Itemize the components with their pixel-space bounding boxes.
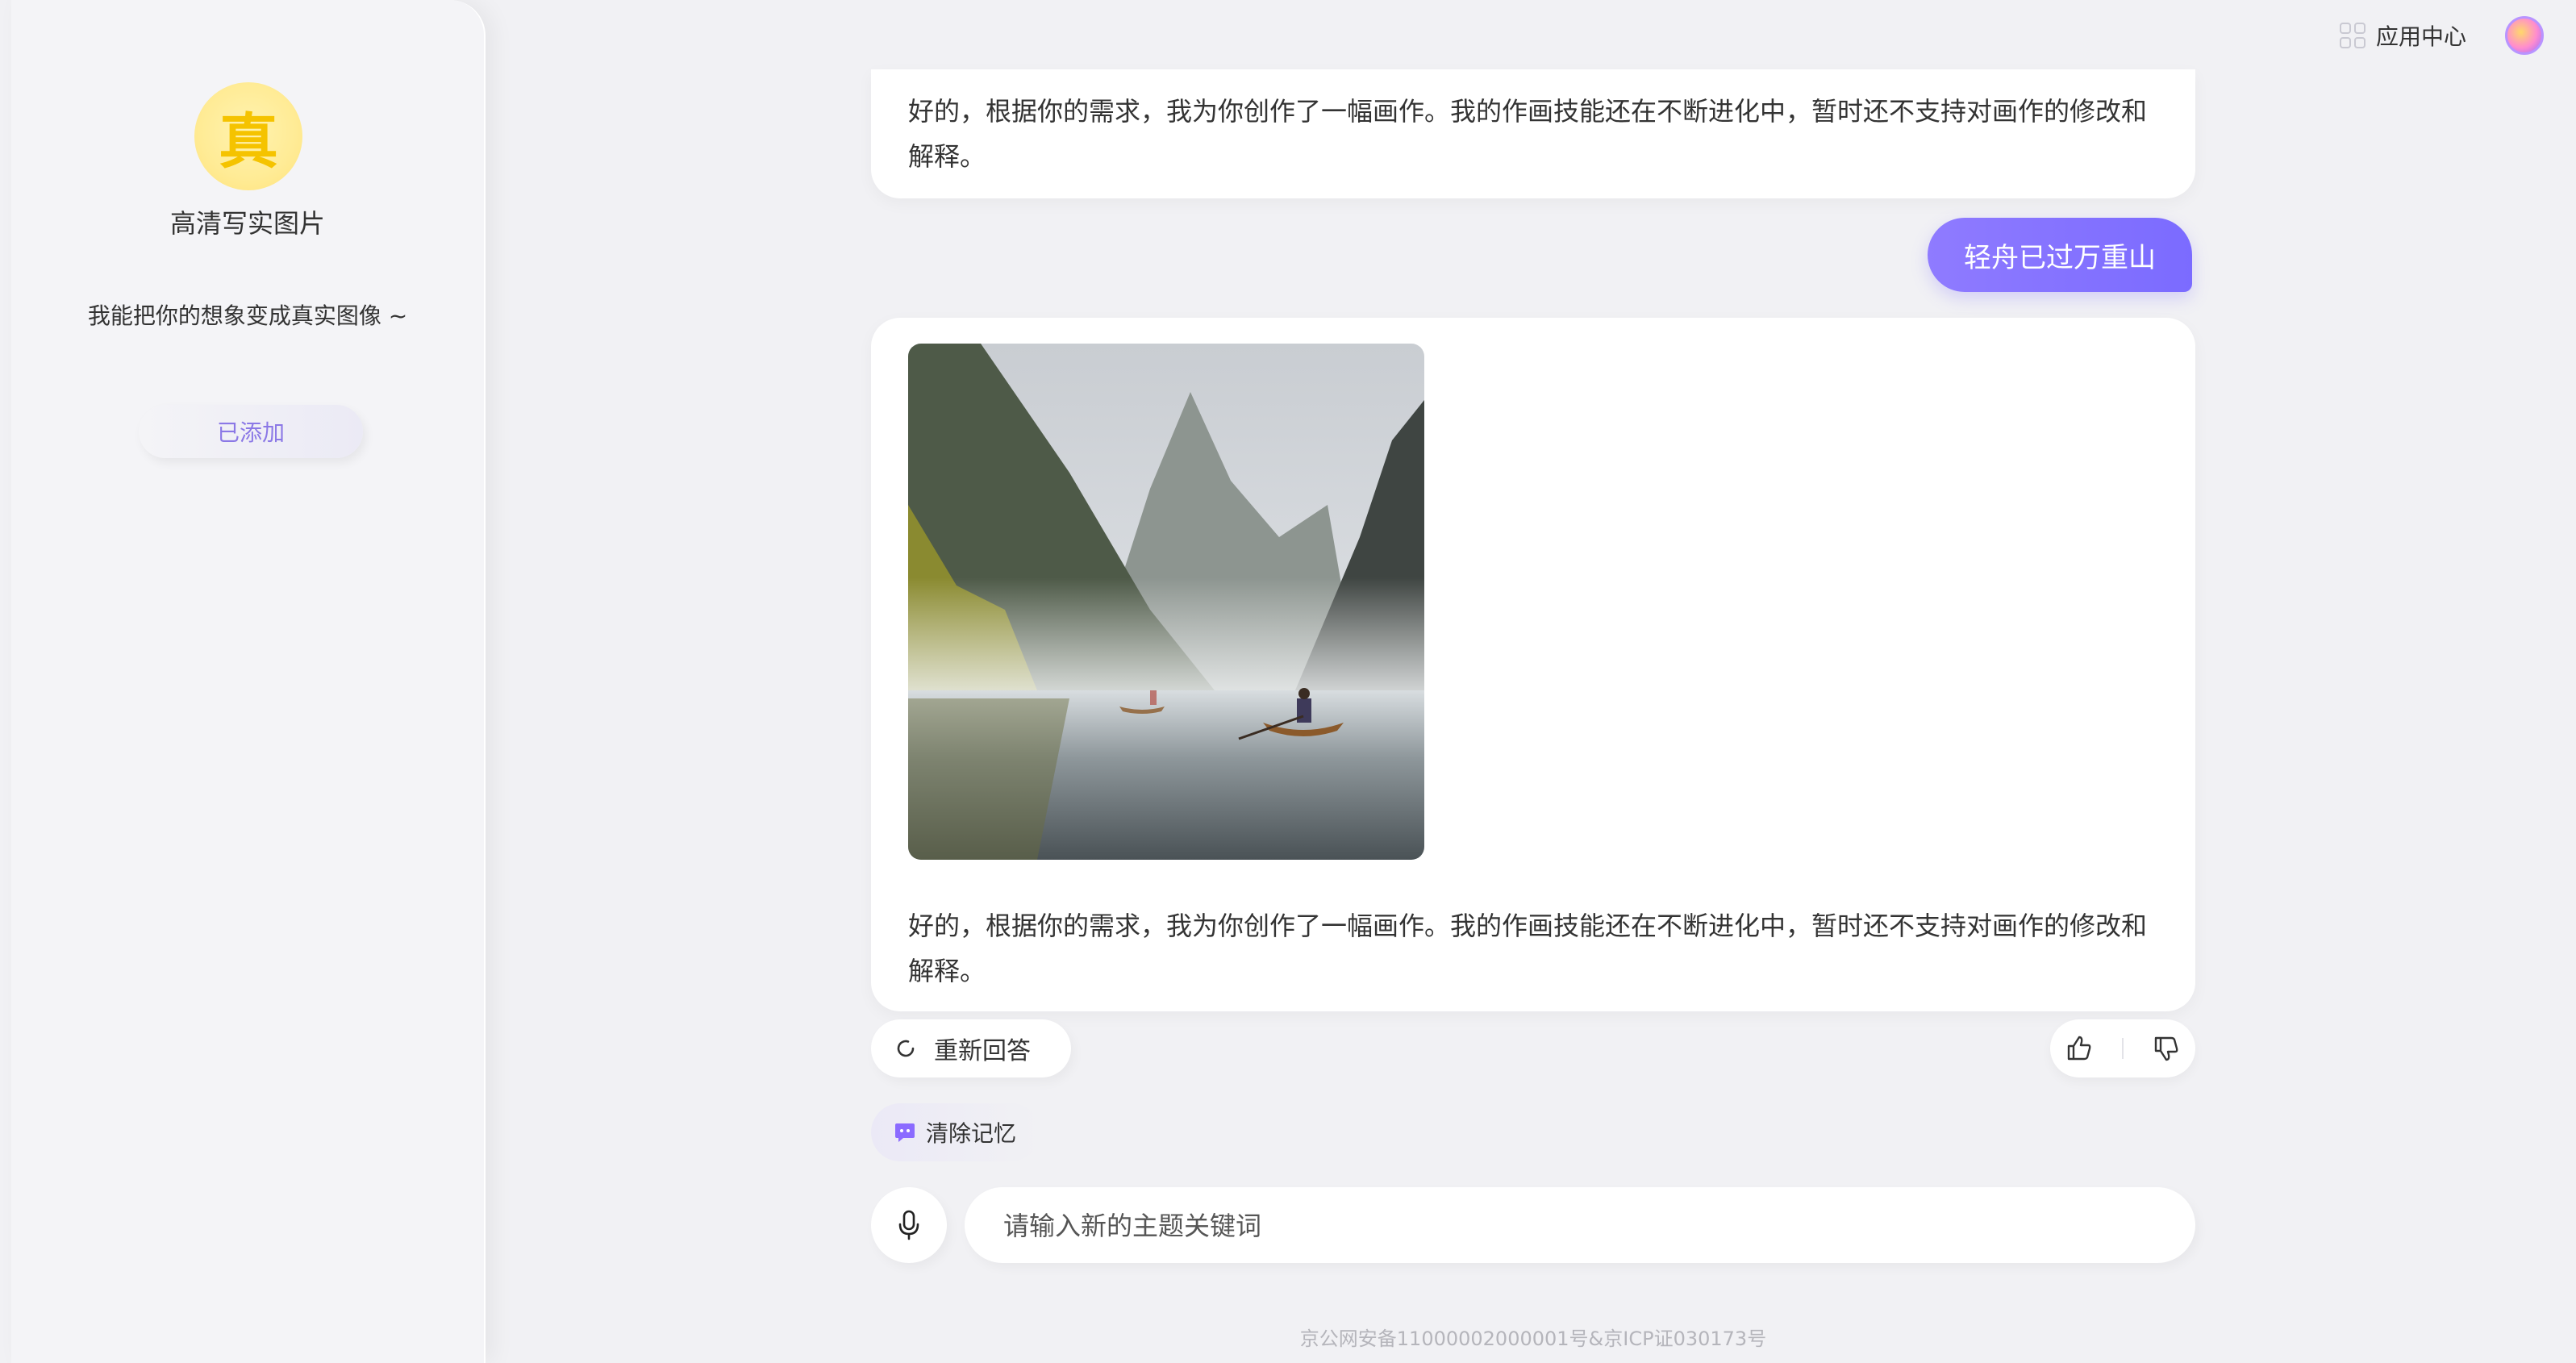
app-center-link[interactable]: 应用中心 <box>2339 19 2466 52</box>
user-message: 轻舟已过万重山 <box>1928 218 2192 292</box>
assistant-message: 好的，根据你的需求，我为你创作了一幅画作。我的作画技能还在不断进化中，暂时还不支… <box>871 69 2195 198</box>
bot-avatar: 真 <box>194 82 302 190</box>
message-text: 好的，根据你的需求，我为你创作了一幅画作。我的作画技能还在不断进化中，暂时还不支… <box>908 96 2148 172</box>
refresh-icon <box>897 1040 915 1057</box>
thumbs-up-icon[interactable] <box>2065 1034 2094 1063</box>
chat-bot-icon <box>895 1123 915 1142</box>
user-avatar[interactable] <box>2505 16 2544 55</box>
clear-memory-button[interactable]: 清除记忆 <box>871 1103 1040 1161</box>
footer-license: 京公网安备11000002000001号&京ICP证030173号 <box>1299 1328 1767 1350</box>
generated-image[interactable] <box>908 344 1424 860</box>
divider <box>2121 1038 2124 1059</box>
thumbs-down-icon[interactable] <box>2152 1034 2181 1063</box>
assistant-message: 好的，根据你的需求，我为你创作了一幅画作。我的作画技能还在不断进化中，暂时还不支… <box>871 318 2195 1011</box>
added-button[interactable]: 已添加 <box>139 405 363 458</box>
feedback-buttons <box>2050 1019 2195 1077</box>
prompt-input-container <box>965 1187 2195 1265</box>
sidebar: 真 高清写实图片 我能把你的想象变成真实图像 ~ 已添加 <box>11 0 486 1363</box>
regenerate-button[interactable]: 重新回答 <box>871 1019 1071 1077</box>
bot-description: 我能把你的想象变成真实图像 ~ <box>87 302 408 329</box>
prompt-input[interactable] <box>1002 1187 2166 1265</box>
grid-icon <box>2339 23 2366 48</box>
app-center-label: 应用中心 <box>2375 23 2466 50</box>
top-bar: 应用中心 <box>2339 16 2544 55</box>
microphone-icon <box>898 1210 919 1240</box>
bot-name: 高清写实图片 <box>169 208 325 239</box>
microphone-button[interactable] <box>871 1187 947 1263</box>
clear-memory-label: 清除记忆 <box>926 1120 1017 1147</box>
message-text: 好的，根据你的需求，我为你创作了一幅画作。我的作画技能还在不断进化中，暂时还不支… <box>908 911 2148 986</box>
regenerate-label: 重新回答 <box>934 1037 1031 1065</box>
